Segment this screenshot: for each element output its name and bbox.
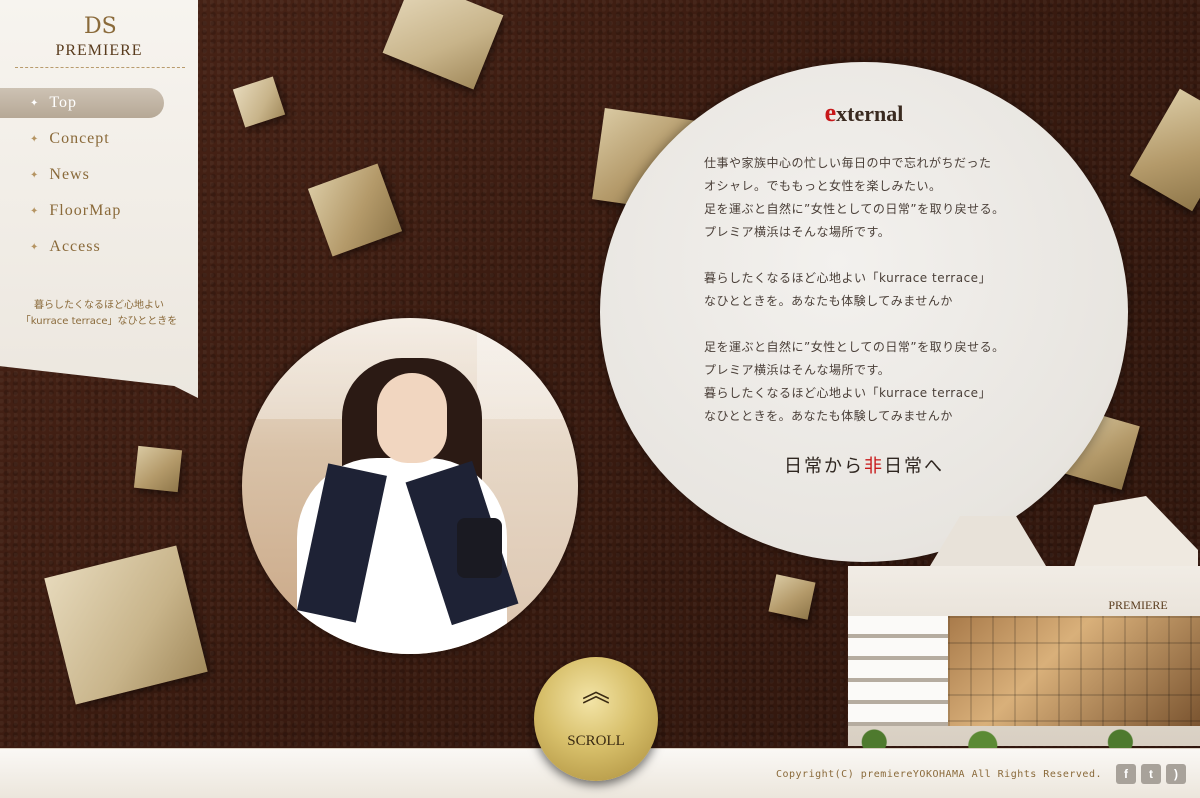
nav-item-access[interactable]: ✦ Access [0,232,198,262]
nav-item-top[interactable]: ✦ Top [0,88,164,118]
decor-square [1129,88,1200,212]
brand-logo[interactable]: DS PREMIERE [0,14,198,60]
social-links: f t ) [1116,764,1186,784]
handbag [457,518,502,578]
paragraph: 暮らしたくなるほど心地よい「kurrace terrace」 なひとときを。あな… [704,271,992,308]
title-initial: e [824,98,837,127]
copyright-text: Copyright(C) premiereYOKOHAMA All Rights… [775,769,1102,780]
decor-square [232,76,286,128]
concept-panel: external 仕事や家族中心の忙しい毎日の中で忘れがちだった オシャレ。でも… [600,62,1128,562]
star-icon: ✦ [30,97,40,109]
nav-item-label: Access [49,238,101,255]
decor-square [133,445,183,493]
decor-square [382,0,504,90]
panel-body: 仕事や家族中心の忙しい毎日の中で忘れがちだった オシャレ。でももっと女性を楽しみ… [704,152,1044,451]
rss-icon[interactable]: ) [1166,764,1186,784]
title-rest: xternal [836,101,904,126]
sidebar-copy: 暮らしたくなるほど心地よい 「kurrace terrace」なひとときを [0,298,198,330]
nav-item-news[interactable]: ✦ News [0,160,198,190]
nav-item-concept[interactable]: ✦ Concept [0,124,198,154]
building-sign: PREMIERE [1108,598,1168,612]
decor-square [768,574,816,620]
model-photo [242,318,578,654]
nav-item-label: Top [49,94,78,111]
tagline: 日常から非日常へ [784,456,944,477]
logo-text: PREMIERE [55,42,143,59]
sidebar-copy-line: 暮らしたくなるほど心地よい [34,300,164,311]
panel-title: external [600,98,1128,128]
nav-item-floormap[interactable]: ✦ FloorMap [0,196,198,226]
scroll-label: SCROLL [567,733,625,749]
facebook-icon[interactable]: f [1116,764,1136,784]
main-nav: ✦ Top ✦ Concept ✦ News ✦ FloorMap ✦ Acce… [0,88,198,268]
divider [15,67,185,68]
logo-mark-icon: DS [84,14,117,39]
building-illustration: PREMIERE [838,496,1200,756]
star-icon: ✦ [30,133,40,145]
nav-item-label: News [49,166,90,183]
sidebar: DS PREMIERE ✦ Top ✦ Concept ✦ News ✦ Flo… [0,0,198,398]
decor-square [307,163,403,257]
star-icon: ✦ [30,205,40,217]
paragraph: 仕事や家族中心の忙しい毎日の中で忘れがちだった オシャレ。でももっと女性を楽しみ… [704,156,1005,239]
nav-item-label: FloorMap [49,202,122,219]
double-chevron-up-icon: ︽ [581,675,611,708]
decor-square [44,545,208,705]
nav-item-label: Concept [49,130,110,147]
twitter-icon[interactable]: t [1141,764,1161,784]
sidebar-copy-line: 「kurrace terrace」なひとときを [20,316,178,327]
paragraph: 足を運ぶと自然に”女性としての日常”を取り戻せる。 プレミア横浜はそんな場所です… [704,340,1005,423]
star-icon: ✦ [30,169,40,181]
star-icon: ✦ [30,241,40,253]
scroll-button[interactable]: ︽ SCROLL [534,657,658,781]
